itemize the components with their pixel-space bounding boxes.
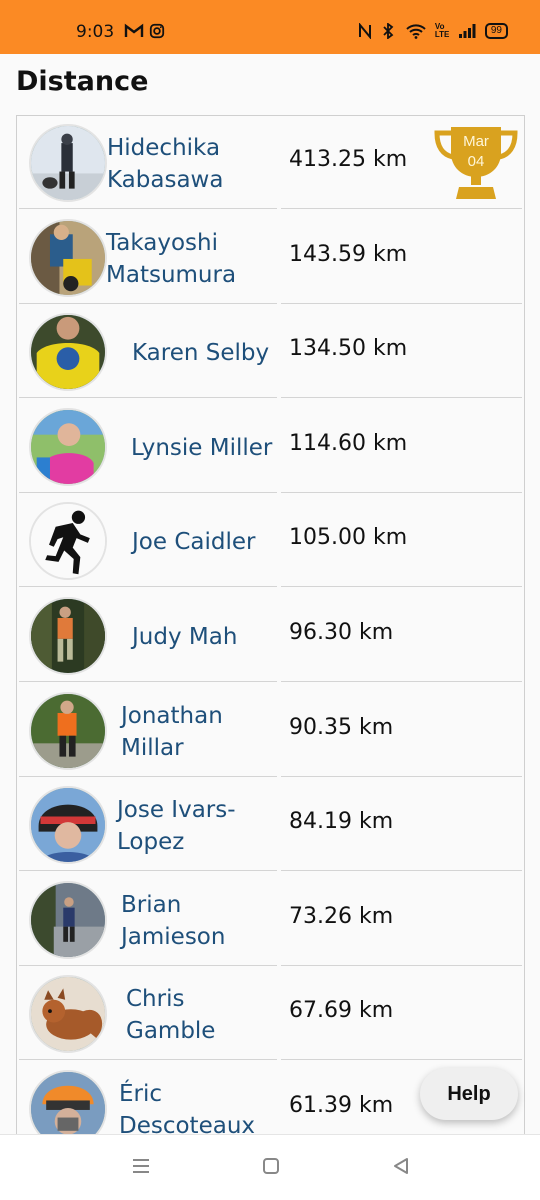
leaderboard-row[interactable]: Joe Caidler 105.00 km (17, 494, 524, 589)
battery-icon: 99 (484, 23, 508, 39)
distance-value: 114.60 km (289, 430, 408, 456)
name-cell[interactable]: Éric Descoteaux (19, 1062, 277, 1135)
distance-cell: 90.35 km (281, 684, 522, 777)
avatar[interactable] (29, 1070, 107, 1135)
status-right-icons: Vo LTE 99 (358, 23, 508, 39)
back-icon[interactable] (386, 1155, 416, 1181)
distance-cell: 413.25 km Mar 04 (281, 116, 522, 209)
distance-value: 90.35 km (289, 714, 394, 740)
name-cell[interactable]: Lynsie Miller (19, 400, 277, 493)
athlete-name[interactable]: Karen Selby (132, 337, 269, 369)
athlete-name[interactable]: Lynsie Miller (131, 432, 272, 464)
name-cell[interactable]: Karen Selby (19, 305, 277, 399)
distance-cell: 96.30 km (281, 589, 522, 682)
name-cell[interactable]: Joe Caidler (19, 494, 277, 588)
home-icon[interactable] (256, 1155, 286, 1181)
distance-value: 67.69 km (289, 998, 394, 1024)
leaderboard-row[interactable]: Takayoshi Matsumura 143.59 km (17, 211, 524, 306)
athlete-name-line2[interactable]: Descoteaux (119, 1110, 255, 1135)
athlete-name-line2[interactable]: Millar (121, 732, 184, 764)
avatar[interactable] (29, 691, 107, 770)
navigation-bar (0, 1134, 540, 1200)
athlete-name-line2[interactable]: Matsumura (106, 259, 236, 291)
athlete-name-line2[interactable]: Lopez (117, 826, 184, 858)
volte-icon: Vo LTE (434, 22, 450, 39)
name-cell[interactable]: Takayoshi Matsumura (19, 211, 277, 304)
trophy-icon: Mar 04 (433, 125, 519, 201)
athlete-name[interactable]: Chris (126, 983, 184, 1015)
leaderboard-row[interactable]: Jose Ivars- Lopez 84.19 km (17, 778, 524, 873)
athlete-name[interactable]: Joe Caidler (132, 526, 255, 558)
distance-value: 105.00 km (289, 525, 408, 551)
avatar[interactable] (29, 218, 107, 297)
name-cell[interactable]: Chris Gamble (19, 967, 277, 1061)
name-cell[interactable]: Jose Ivars- Lopez (19, 778, 277, 872)
avatar[interactable] (29, 880, 107, 959)
nfc-icon (358, 23, 371, 39)
status-time: 9:03 (76, 22, 115, 42)
athlete-name[interactable]: Judy Mah (132, 621, 237, 653)
menu-icon[interactable] (126, 1155, 156, 1181)
trophy-day: 04 (467, 153, 485, 170)
distance-cell: 143.59 km (281, 211, 522, 304)
help-button[interactable]: Help (420, 1068, 518, 1120)
athlete-name[interactable]: Jose Ivars- (117, 794, 236, 826)
distance-cell: 67.69 km (281, 967, 522, 1061)
leaderboard-row[interactable]: Lynsie Miller 114.60 km (17, 400, 524, 495)
status-left-icons (124, 23, 166, 43)
athlete-name[interactable]: Jonathan (121, 700, 223, 732)
avatar[interactable] (29, 502, 107, 581)
leaderboard-row[interactable]: Karen Selby 134.50 km (17, 305, 524, 400)
athlete-name[interactable]: Takayoshi (106, 227, 218, 259)
runner-icon (31, 504, 105, 579)
avatar[interactable] (29, 786, 107, 865)
leaderboard[interactable]: Hidechika Kabasawa 413.25 km Mar 04 Taka… (16, 115, 525, 1135)
distance-value: 96.30 km (289, 620, 394, 645)
distance-value: 143.59 km (289, 241, 408, 267)
athlete-name[interactable]: Hidechika (107, 132, 220, 164)
trophy-month: Mar (463, 133, 489, 150)
avatar[interactable] (29, 124, 107, 202)
name-cell[interactable]: Hidechika Kabasawa (19, 116, 277, 209)
status-bar: 9:03 Vo LTE 99 (0, 0, 540, 54)
avatar[interactable] (29, 407, 107, 486)
distance-value: 413.25 km (289, 147, 408, 172)
leaderboard-row[interactable]: Hidechika Kabasawa 413.25 km Mar 04 (17, 116, 524, 211)
distance-value: 84.19 km (289, 809, 394, 835)
signal-icon (458, 24, 476, 38)
distance-value: 73.26 km (289, 903, 394, 929)
athlete-name-line2[interactable]: Jamieson (121, 921, 225, 953)
leaderboard-row[interactable]: Chris Gamble 67.69 km (17, 967, 524, 1062)
distance-cell: 84.19 km (281, 778, 522, 872)
leaderboard-row[interactable]: Jonathan Millar 90.35 km (17, 684, 524, 779)
distance-cell: 73.26 km (281, 873, 522, 966)
bluetooth-icon (383, 23, 394, 39)
athlete-name-line2[interactable]: Gamble (126, 1015, 215, 1047)
leaderboard-row[interactable]: Brian Jamieson 73.26 km (17, 873, 524, 968)
distance-cell: 114.60 km (281, 400, 522, 493)
name-cell[interactable]: Brian Jamieson (19, 873, 277, 966)
avatar[interactable] (29, 313, 107, 392)
wifi-icon (406, 24, 426, 39)
gmail-icon (124, 23, 144, 37)
page-title: Distance (16, 66, 149, 97)
name-cell[interactable]: Jonathan Millar (19, 684, 277, 777)
athlete-name[interactable]: Brian (121, 889, 181, 921)
athlete-name-line2[interactable]: Kabasawa (107, 164, 223, 196)
distance-value: 134.50 km (289, 336, 408, 362)
distance-cell: 105.00 km (281, 494, 522, 588)
athlete-name[interactable]: Éric (119, 1078, 162, 1110)
distance-cell: 134.50 km (281, 305, 522, 399)
avatar[interactable] (29, 597, 107, 675)
distance-value: 61.39 km (289, 1093, 394, 1118)
leaderboard-row[interactable]: Judy Mah 96.30 km (17, 589, 524, 684)
instagram-icon (150, 23, 165, 39)
name-cell[interactable]: Judy Mah (19, 589, 277, 682)
avatar[interactable] (29, 975, 107, 1054)
